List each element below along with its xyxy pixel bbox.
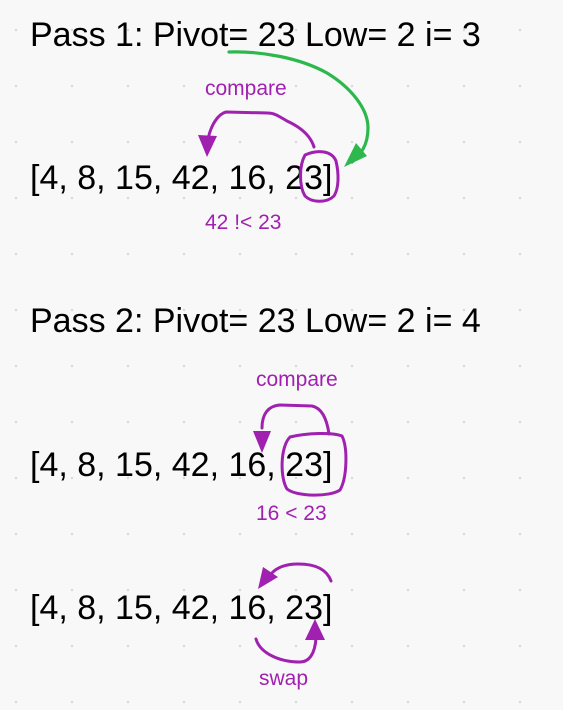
pass-1-heading: Pass 1: Pivot= 23 Low= 2 i= 3 [30,16,481,54]
pass-1-result-label: 42 !< 23 [205,211,282,234]
pass-1-compare-arrow [206,110,316,149]
swap-label: swap [259,667,309,690]
swap-lower-arrow [254,636,318,664]
pass-2-heading: Pass 2: Pivot= 23 Low= 2 i= 4 [30,302,481,340]
pass-2-result-label: 16 < 23 [256,502,327,525]
pass-1-compare-label: compare [205,77,287,100]
pass-1-pivot-pointer-arrow [227,50,370,164]
pass-2-array: [4, 8, 15, 42, 16, 23] [30,446,333,484]
swap-upper-arrow [269,562,333,583]
pass-1-array: [4, 8, 15, 42, 16, 23] [30,159,333,197]
swap-upper-arrowhead [258,567,278,589]
pass-1-compare-arrowhead [198,135,217,157]
swap-array: [4, 8, 15, 42, 16, 23] [30,589,333,627]
pass-2-compare-arrow [260,403,331,436]
pass-2-compare-label: compare [256,368,338,391]
pass-1-pivot-pointer-arrowhead [344,143,367,167]
